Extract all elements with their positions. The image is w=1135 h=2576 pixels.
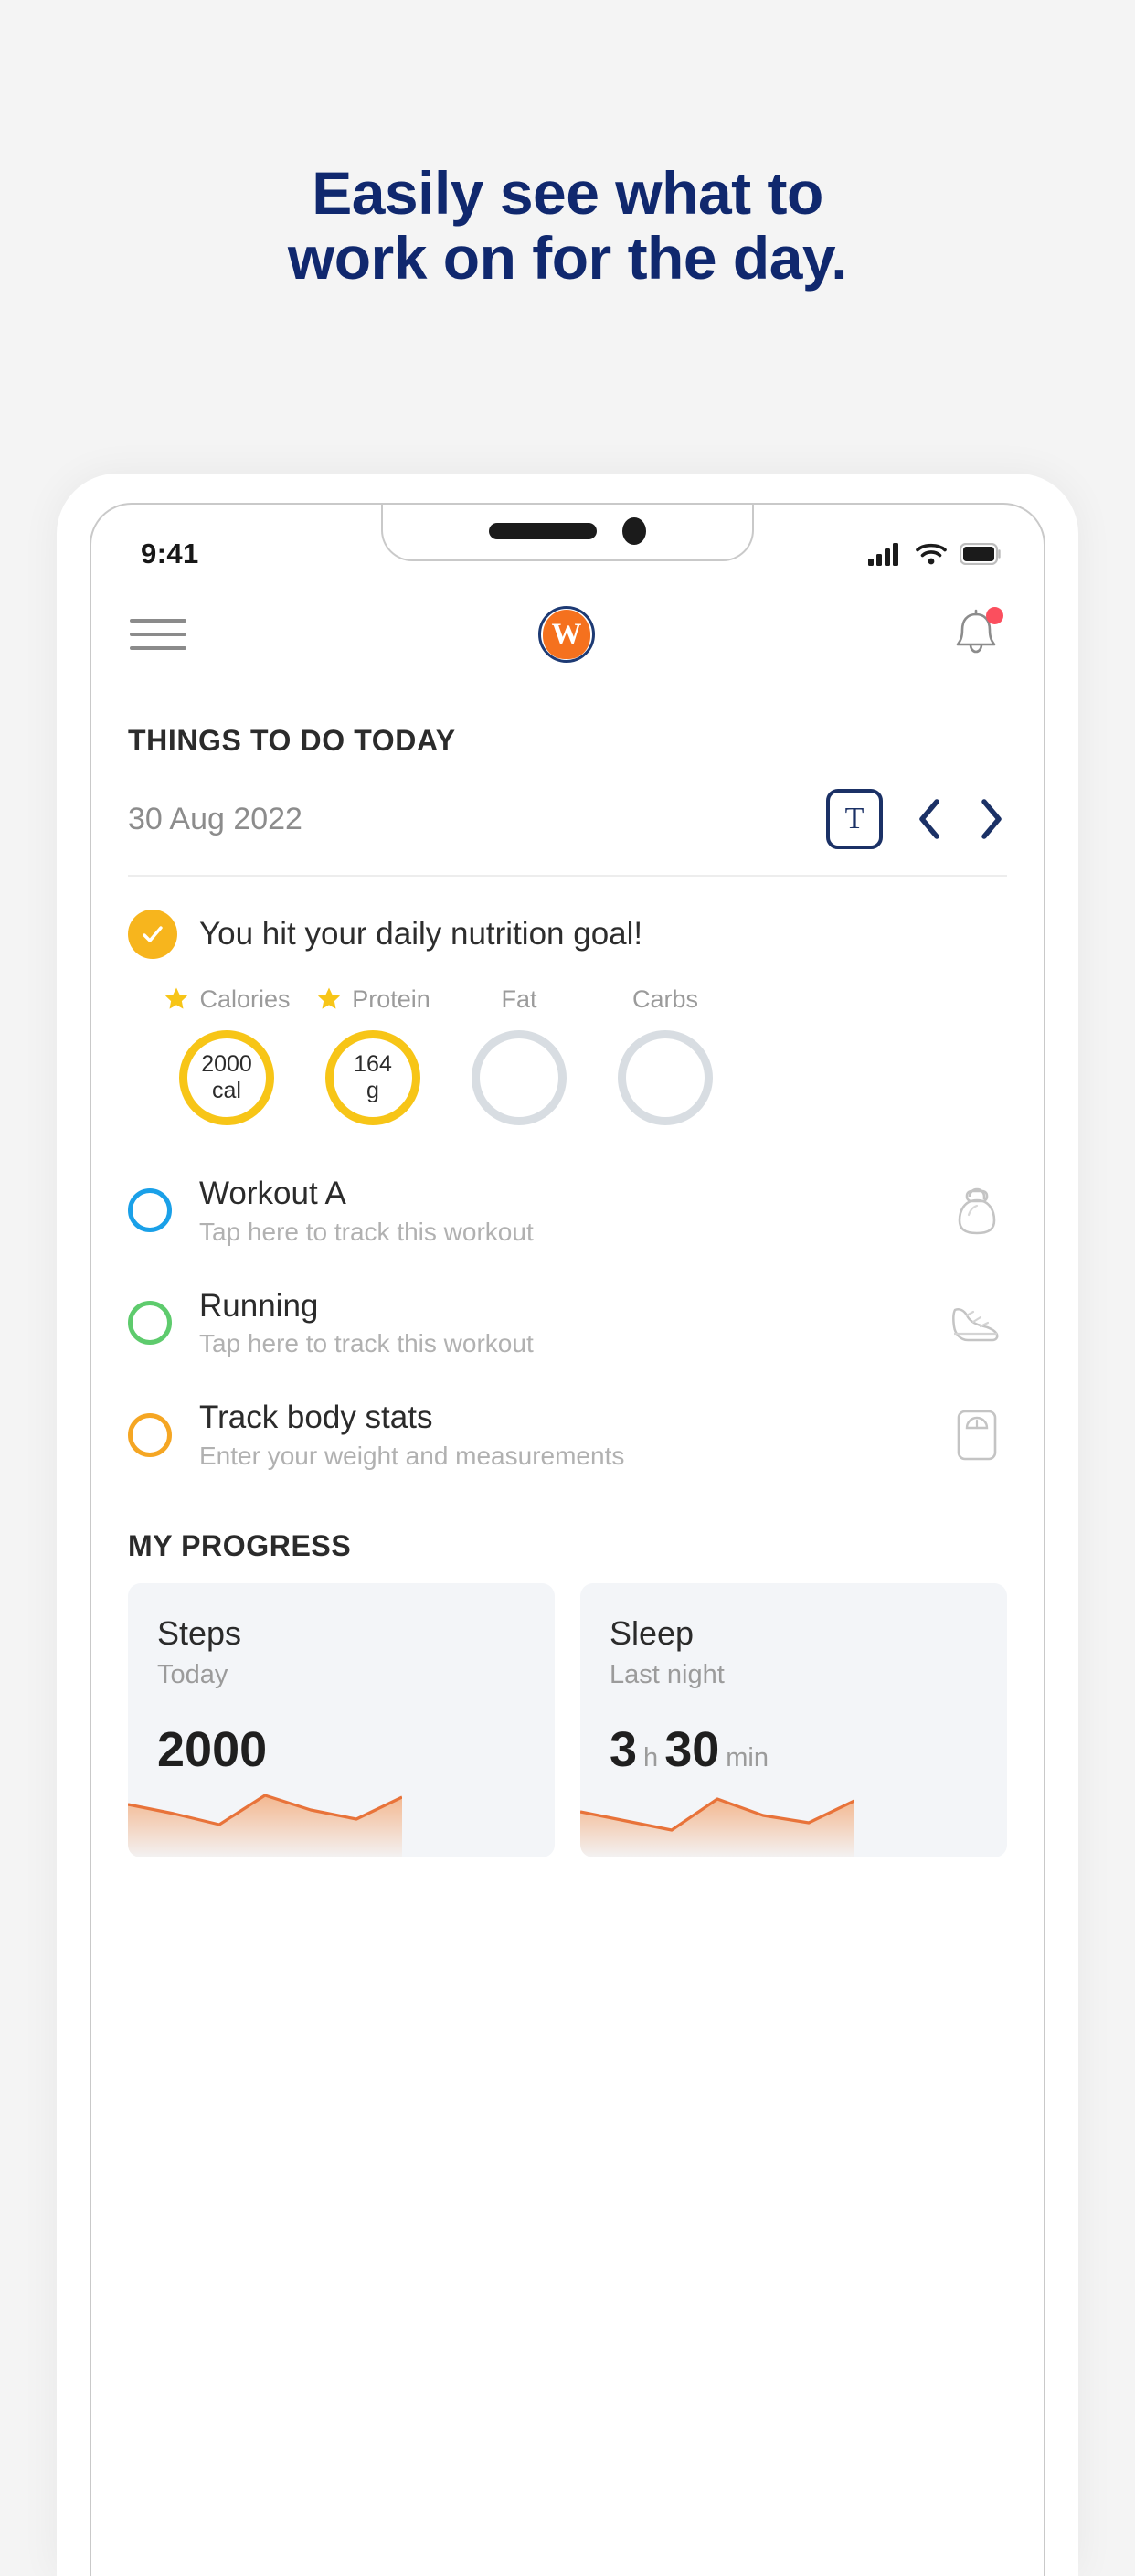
task-status-circle[interactable] <box>128 1301 172 1346</box>
checkmark-icon <box>128 910 177 959</box>
hamburger-line <box>130 646 186 650</box>
progress-card-value-2: 30 <box>664 1722 720 1778</box>
task-row-track-body-stats[interactable]: Track body stats Enter your weight and m… <box>91 1378 1044 1491</box>
front-camera-icon <box>622 517 646 545</box>
task-row-workout-a[interactable]: Workout A Tap here to track this workout <box>91 1155 1044 1267</box>
task-text: Workout A Tap here to track this workout <box>199 1175 919 1247</box>
battery-icon <box>960 543 1001 565</box>
progress-card-subtitle: Today <box>157 1660 228 1690</box>
macro-fat[interactable]: Fat <box>446 983 592 1125</box>
kettlebell-glyph <box>958 1188 996 1235</box>
progress-card-list: Steps Today 2000 Sleep Last night 3 h 30… <box>91 1583 1044 1858</box>
task-subtitle: Tap here to track this workout <box>199 1217 534 1246</box>
task-text: Track body stats Enter your weight and m… <box>199 1399 919 1471</box>
cellular-signal-icon <box>868 543 898 566</box>
promo-headline-line-1: Easily see what to <box>312 159 823 227</box>
macro-name: Calories <box>199 985 291 1013</box>
current-date-label: 30 Aug 2022 <box>128 801 302 836</box>
promo-headline: Easily see what to work on for the day. <box>0 161 1135 290</box>
task-list: Workout A Tap here to track this workout <box>91 1155 1044 1491</box>
nutrition-status-message: You hit your daily nutrition goal! <box>199 916 643 952</box>
progress-card-sleep[interactable]: Sleep Last night 3 h 30 min <box>580 1583 1007 1858</box>
macro-rings: Calories 2000 cal Protein 164 g Fat Carb… <box>128 983 1007 1125</box>
promo-headline-line-2: work on for the day. <box>287 223 848 292</box>
status-bar-indicators <box>868 542 1002 566</box>
hamburger-line <box>130 633 186 636</box>
wifi-icon <box>916 543 947 565</box>
task-subtitle: Enter your weight and measurements <box>199 1442 625 1471</box>
task-text: Running Tap here to track this workout <box>199 1287 919 1359</box>
section-heading-things-to-do: THINGS TO DO TODAY <box>128 724 456 757</box>
running-shoe-icon <box>947 1293 1007 1353</box>
macro-protein[interactable]: Protein 164 g <box>300 983 446 1125</box>
task-status-circle[interactable] <box>128 1412 172 1457</box>
task-title: Workout A <box>199 1176 346 1211</box>
phone-device-mockup: 9:41 W THINGS TO DO TODAY 30 Aug 2022 T … <box>57 474 1078 2576</box>
macro-carbs[interactable]: Carbs <box>592 983 738 1125</box>
macro-value: 2000 <box>201 1051 252 1077</box>
hamburger-menu-icon[interactable] <box>130 619 186 650</box>
macro-label: Protein <box>315 983 430 1016</box>
app-logo-icon[interactable]: W <box>538 606 595 663</box>
progress-card-value-row: 3 h 30 min <box>610 1721 1007 1778</box>
progress-card-subtitle: Last night <box>610 1660 725 1690</box>
phone-notch <box>381 505 754 561</box>
progress-card-unit: h <box>643 1743 659 1773</box>
kettlebell-icon <box>947 1180 1007 1240</box>
checkmark-glyph <box>143 926 163 942</box>
macro-ring: 164 g <box>325 1030 420 1125</box>
progress-card-title: Sleep <box>610 1614 695 1653</box>
logo-letter: W <box>551 617 582 651</box>
chevron-left-glyph <box>919 799 939 839</box>
weight-scale-icon <box>947 1405 1007 1465</box>
hamburger-line <box>130 619 186 623</box>
progress-card-steps[interactable]: Steps Today 2000 <box>128 1583 555 1858</box>
macro-name: Fat <box>501 985 537 1013</box>
section-heading-my-progress: MY PROGRESS <box>128 1529 352 1563</box>
date-selector-row: 30 Aug 2022 T <box>128 758 1007 877</box>
task-title: Running <box>199 1287 319 1324</box>
app-top-bar: W <box>91 583 1044 686</box>
steps-sparkline-chart <box>128 1794 402 1858</box>
task-row-running[interactable]: Running Tap here to track this workout <box>91 1267 1044 1379</box>
task-subtitle: Tap here to track this workout <box>199 1329 534 1358</box>
chevron-left-icon[interactable] <box>914 797 945 841</box>
chevron-right-glyph <box>981 799 1002 839</box>
progress-card-unit-2: min <box>726 1743 769 1773</box>
progress-card-title: Steps <box>157 1614 242 1653</box>
app-content: THINGS TO DO TODAY 30 Aug 2022 T You hit… <box>91 686 1044 2576</box>
task-status-circle[interactable] <box>128 1188 172 1233</box>
sleep-sparkline-chart <box>580 1797 854 1858</box>
task-title: Track body stats <box>199 1400 433 1436</box>
macro-value: 164 <box>354 1051 392 1077</box>
macro-ring: 2000 cal <box>179 1030 274 1125</box>
macro-label: Calories <box>163 983 291 1016</box>
macro-name: Carbs <box>631 985 699 1013</box>
macro-label: Fat <box>501 983 536 1016</box>
chevron-right-icon[interactable] <box>976 797 1007 841</box>
macro-unit: g <box>366 1078 379 1103</box>
progress-card-value: 2000 <box>157 1722 268 1778</box>
macro-name: Protein <box>352 985 430 1013</box>
star-icon <box>165 987 188 1009</box>
progress-card-value: 3 <box>610 1722 638 1778</box>
star-icon <box>318 987 341 1009</box>
macro-ring <box>618 1030 713 1125</box>
running-shoe-glyph <box>952 1308 999 1342</box>
macro-calories[interactable]: Calories 2000 cal <box>154 983 300 1125</box>
phone-screen: 9:41 W THINGS TO DO TODAY 30 Aug 2022 T … <box>90 503 1045 2576</box>
macro-ring <box>472 1030 567 1125</box>
speaker-grille-icon <box>489 523 597 539</box>
status-bar-clock: 9:41 <box>141 538 199 569</box>
macro-label: Carbs <box>632 983 698 1016</box>
macro-unit: cal <box>212 1078 241 1103</box>
date-controls: T <box>826 789 1007 849</box>
notification-badge <box>986 607 1003 624</box>
progress-card-value-row: 2000 <box>157 1721 555 1778</box>
today-button[interactable]: T <box>826 789 883 849</box>
bell-icon[interactable] <box>947 605 1005 664</box>
weight-scale-glyph <box>957 1410 997 1461</box>
nutrition-status-row: You hit your daily nutrition goal! <box>128 910 1007 959</box>
nutrition-summary[interactable]: You hit your daily nutrition goal! Calor… <box>91 877 1044 1125</box>
